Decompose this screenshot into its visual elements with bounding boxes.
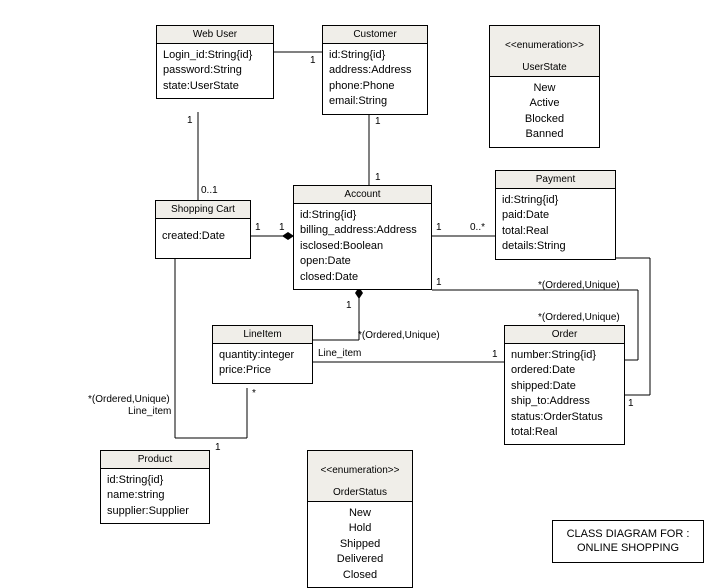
class-body: id:String{id} name:string supplier:Suppl…	[101, 469, 209, 523]
class-body: quantity:integer price:Price	[213, 344, 312, 383]
constraint-payment-order: *(Ordered,Unique)	[538, 280, 620, 291]
constraint-account-order: *(Ordered,Unique)	[538, 312, 620, 323]
attr: state:UserState	[163, 79, 267, 94]
class-web-user: Web User Login_id:String{id} password:St…	[156, 25, 274, 99]
constraint-cart-lineitem: *(Ordered,Unique)	[88, 394, 170, 405]
title-line2: ONLINE SHOPPING	[563, 541, 693, 555]
enum-name: OrderStatus	[333, 487, 387, 498]
class-header: Product	[101, 451, 209, 469]
attr: address:Address	[329, 63, 421, 78]
class-header: Shopping Cart	[156, 201, 250, 219]
enum-value: Shipped	[314, 537, 406, 552]
enum-value: Closed	[314, 568, 406, 583]
attr: supplier:Supplier	[107, 504, 203, 519]
enum-user-state: <<enumeration>> UserState New Active Blo…	[489, 25, 600, 148]
mult-lineitem-product-star: *	[252, 388, 256, 399]
attr: price:Price	[219, 363, 306, 378]
enum-value: New	[496, 81, 593, 96]
enum-header: <<enumeration>> UserState	[490, 26, 599, 77]
attr: closed:Date	[300, 270, 425, 285]
class-payment: Payment id:String{id} paid:Date total:Re…	[495, 170, 616, 260]
enum-value: Blocked	[496, 112, 593, 127]
class-customer: Customer id:String{id} address:Address p…	[322, 25, 428, 115]
class-header: Web User	[157, 26, 273, 44]
class-body: id:String{id} address:Address phone:Phon…	[323, 44, 427, 114]
attr: isclosed:Boolean	[300, 239, 425, 254]
attr: open:Date	[300, 254, 425, 269]
class-header: Payment	[496, 171, 615, 189]
enum-body: New Hold Shipped Delivered Closed	[308, 502, 412, 587]
enum-header: <<enumeration>> OrderStatus	[308, 451, 412, 502]
attr: ordered:Date	[511, 363, 618, 378]
attr: status:OrderStatus	[511, 410, 618, 425]
enum-name: UserState	[522, 62, 566, 73]
class-header: Customer	[323, 26, 427, 44]
attr: quantity:integer	[219, 348, 306, 363]
class-product: Product id:String{id} name:string suppli…	[100, 450, 210, 524]
attr: ship_to:Address	[511, 394, 618, 409]
mult-customer-account-bottom: 1	[375, 172, 381, 183]
attr: name:string	[107, 488, 203, 503]
role-cart-lineitem: Line_item	[128, 406, 171, 417]
constraint-account-lineitem: *(Ordered,Unique)	[358, 330, 440, 341]
attr: email:String	[329, 94, 421, 109]
enum-value: New	[314, 506, 406, 521]
class-body: id:String{id} billing_address:Address is…	[294, 204, 431, 289]
role-lineitem-order: Line_item	[318, 348, 361, 359]
class-header: LineItem	[213, 326, 312, 344]
mult-lineitem-order-one: 1	[492, 349, 498, 360]
attr: id:String{id}	[329, 48, 421, 63]
class-body: Login_id:String{id} password:String stat…	[157, 44, 273, 98]
mult-cart-account-left: 1	[255, 222, 261, 233]
class-order: Order number:String{id} ordered:Date shi…	[504, 325, 625, 445]
enum-value: Delivered	[314, 552, 406, 567]
enum-body: New Active Blocked Banned	[490, 77, 599, 147]
mult-account-payment-left: 1	[436, 222, 442, 233]
mult-account-lineitem-top: 1	[346, 300, 352, 311]
class-account: Account id:String{id} billing_address:Ad…	[293, 185, 432, 290]
attr: shipped:Date	[511, 379, 618, 394]
enum-value: Banned	[496, 127, 593, 142]
class-body: id:String{id} paid:Date total:Real detai…	[496, 189, 615, 259]
attr: total:Real	[511, 425, 618, 440]
attr: phone:Phone	[329, 79, 421, 94]
attr: billing_address:Address	[300, 223, 425, 238]
class-header: Account	[294, 186, 431, 204]
mult-account-order-one: 1	[436, 277, 442, 288]
attr: Login_id:String{id}	[163, 48, 267, 63]
mult-webuser-cart-top: 1	[187, 115, 193, 126]
stereotype: <<enumeration>>	[505, 40, 584, 51]
class-line-item: LineItem quantity:integer price:Price	[212, 325, 313, 384]
mult-account-payment-right: 0..*	[470, 222, 485, 233]
mult-order-payment-one: 1	[628, 398, 634, 409]
mult-customer-account-top: 1	[375, 116, 381, 127]
attr: total:Real	[502, 224, 609, 239]
mult-webuser-cart-bottom: 0..1	[201, 185, 218, 196]
attr: id:String{id}	[502, 193, 609, 208]
attr: details:String	[502, 239, 609, 254]
class-shopping-cart: Shopping Cart created:Date	[155, 200, 251, 259]
enum-value: Active	[496, 96, 593, 111]
enum-order-status: <<enumeration>> OrderStatus New Hold Shi…	[307, 450, 413, 588]
title-line1: CLASS DIAGRAM FOR :	[563, 527, 693, 541]
attr: password:String	[163, 63, 267, 78]
mult-webuser-customer-right: 1	[310, 55, 316, 66]
class-body: number:String{id} ordered:Date shipped:D…	[505, 344, 624, 444]
attr: created:Date	[162, 229, 244, 244]
attr: id:String{id}	[300, 208, 425, 223]
class-header: Order	[505, 326, 624, 344]
attr: number:String{id}	[511, 348, 618, 363]
class-body: created:Date	[156, 219, 250, 258]
mult-cart-account-right: 1	[279, 222, 285, 233]
attr: id:String{id}	[107, 473, 203, 488]
stereotype: <<enumeration>>	[321, 465, 400, 476]
enum-value: Hold	[314, 521, 406, 536]
mult-lineitem-product-one: 1	[215, 442, 221, 453]
diagram-title: CLASS DIAGRAM FOR : ONLINE SHOPPING	[552, 520, 704, 563]
attr: paid:Date	[502, 208, 609, 223]
